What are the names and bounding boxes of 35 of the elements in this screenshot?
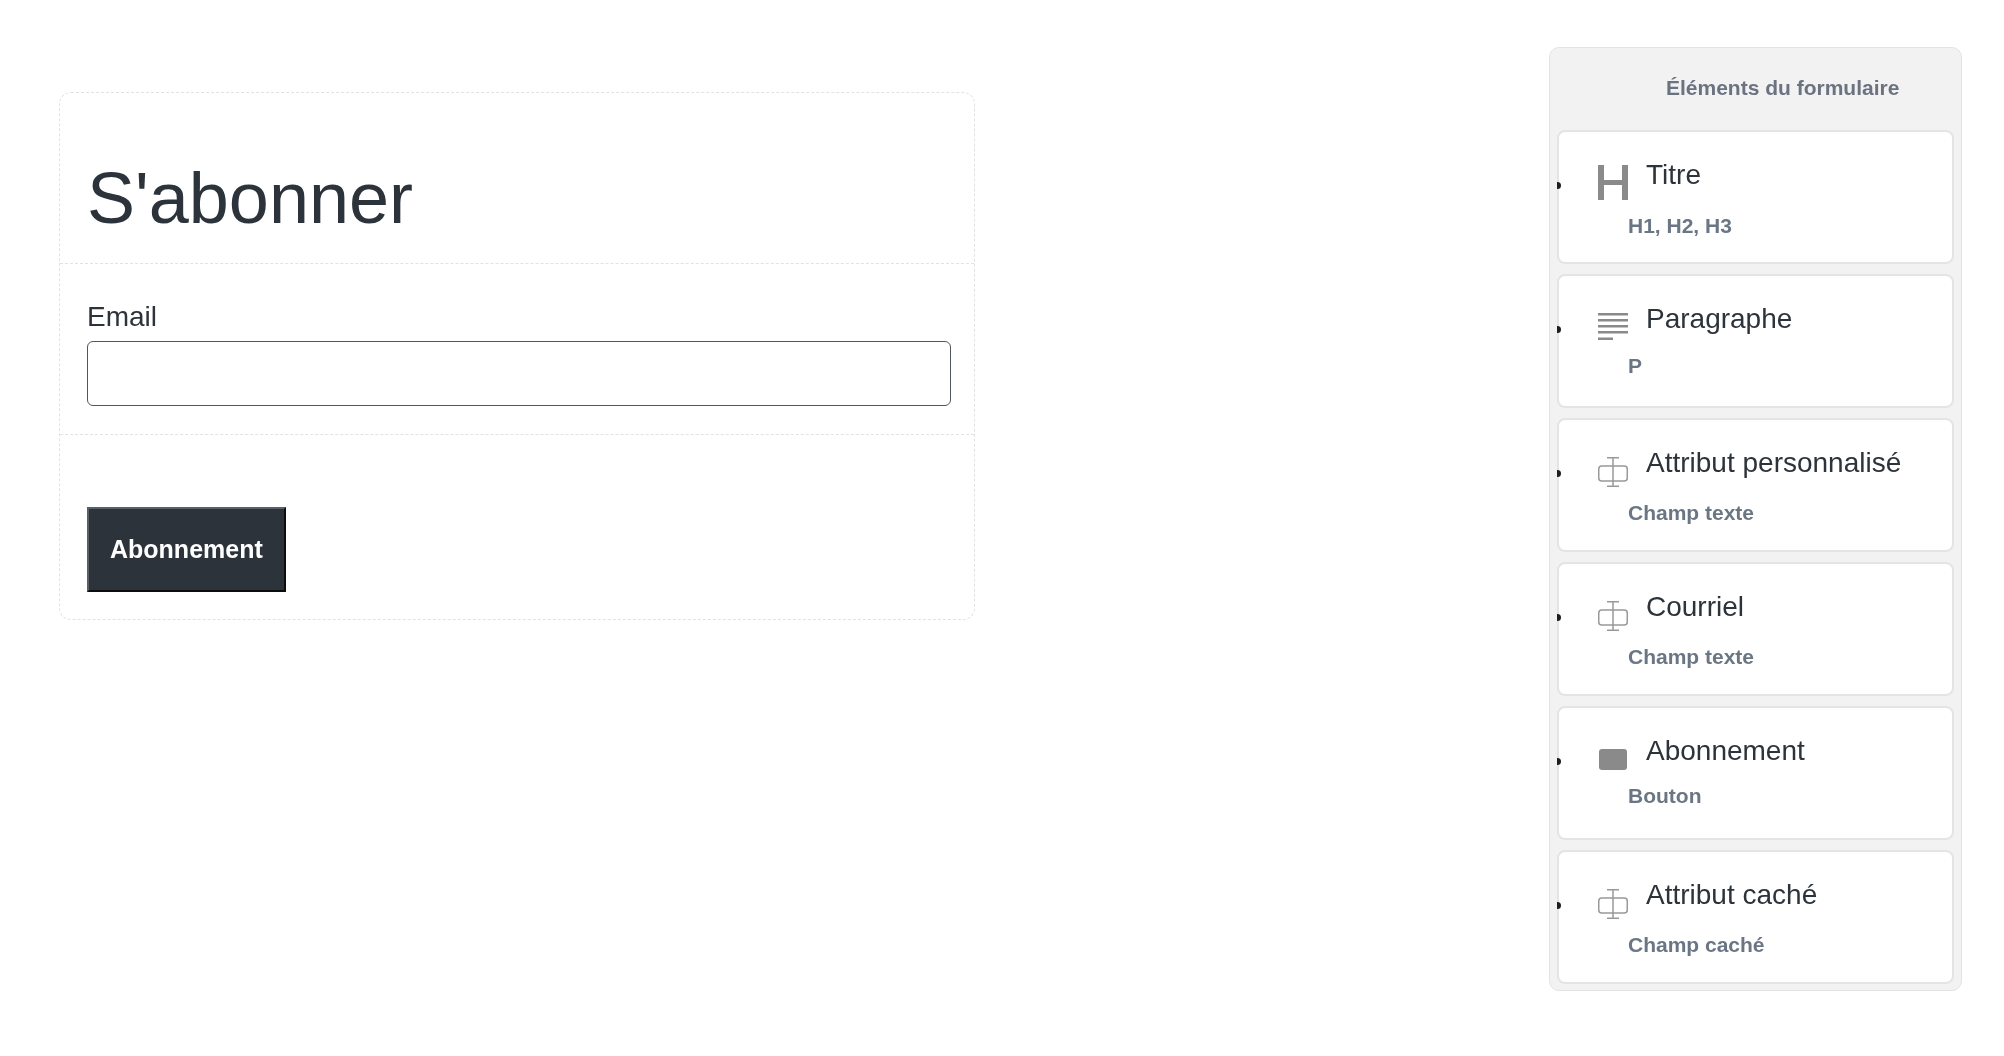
element-name: Attribut personnalisé — [1646, 446, 1902, 480]
element-type: Champ caché — [1628, 932, 1765, 958]
subscribe-button[interactable]: Abonnement — [87, 507, 286, 592]
bullet-icon — [1557, 758, 1561, 765]
element-type: H1, H2, H3 — [1628, 213, 1732, 239]
form-title: S'abonner — [87, 157, 413, 240]
form-element-card[interactable]: Attribut caché Champ caché — [1557, 850, 1954, 984]
form-element-card[interactable]: Paragraphe P — [1557, 274, 1954, 408]
element-name: Titre — [1646, 158, 1701, 192]
element-type: Bouton — [1628, 783, 1702, 809]
form-element-card[interactable]: Attribut personnalisé Champ texte — [1557, 418, 1954, 552]
paragraph-lines-icon — [1598, 313, 1628, 340]
element-type: Champ texte — [1628, 500, 1755, 526]
element-name: Paragraphe — [1646, 302, 1793, 336]
form-element-card[interactable]: Abonnement Bouton — [1557, 706, 1954, 840]
bullet-icon — [1557, 326, 1561, 333]
bullet-icon — [1557, 182, 1561, 189]
element-name: Courriel — [1646, 590, 1745, 624]
bullet-icon — [1557, 614, 1561, 621]
element-type: P — [1628, 353, 1642, 379]
element-name: Abonnement — [1646, 734, 1805, 768]
field-label: Email — [87, 300, 157, 334]
input-field[interactable] — [87, 341, 951, 406]
text-field-icon — [1598, 601, 1628, 631]
bullet-icon — [1557, 470, 1561, 477]
element-type: Champ texte — [1628, 644, 1755, 670]
form-element-card[interactable]: Courriel Champ texte — [1557, 562, 1954, 696]
text-field-icon — [1598, 457, 1628, 487]
form-element-card[interactable]: Titre H1, H2, H3 — [1557, 130, 1954, 264]
text-field-icon — [1598, 889, 1628, 919]
heading-letter-icon — [1598, 165, 1628, 200]
button-shape-icon — [1599, 749, 1627, 770]
element-name: Attribut caché — [1646, 878, 1818, 912]
bullet-icon — [1557, 902, 1561, 909]
panel-title: Éléments du formulaire — [1666, 75, 1900, 101]
